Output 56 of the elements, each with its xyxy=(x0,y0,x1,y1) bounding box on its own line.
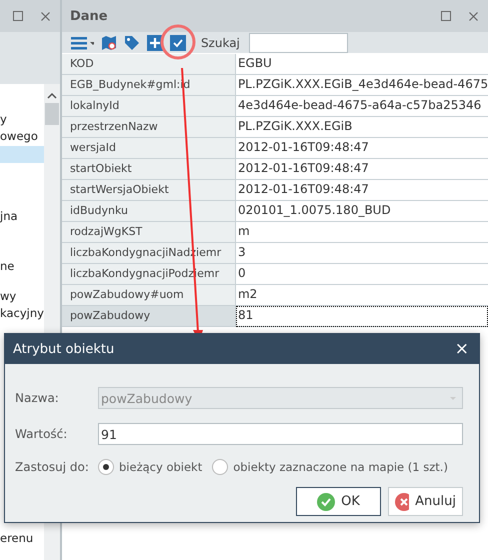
attribute-value-cell: 4e3d464e-bead-4675-a64a-c57ba25346 xyxy=(236,96,488,117)
field-label: Zastosuj do: xyxy=(15,460,90,474)
close-button[interactable]: × xyxy=(454,339,469,359)
tree-item[interactable]: jna xyxy=(0,209,44,226)
close-icon[interactable] xyxy=(40,12,50,20)
attribute-name-cell: przestrzenNazw xyxy=(62,117,236,138)
tag-icon[interactable] xyxy=(124,34,140,50)
maximize-icon[interactable] xyxy=(441,11,452,21)
attribute-value-cell: 2012-01-16T09:48:47 xyxy=(236,159,488,180)
close-icon[interactable] xyxy=(469,12,478,20)
field-label: Nazwa: xyxy=(15,391,60,405)
highlight-circle xyxy=(160,24,196,60)
panel-title: Dane xyxy=(70,8,109,24)
map-search-icon[interactable] xyxy=(100,34,117,50)
tree-item[interactable]: owego xyxy=(0,129,44,146)
attribute-value-cell: 0 xyxy=(236,264,488,285)
add-icon[interactable] xyxy=(146,34,163,50)
attribute-name-cell: startWersjaObiekt xyxy=(62,180,236,201)
attribute-value-cell: EGBU xyxy=(236,54,488,75)
field-label: Wartość: xyxy=(15,427,68,441)
toolbar-background xyxy=(0,32,60,84)
dialog-title: Atrybut obiektu xyxy=(13,342,114,356)
scroll-up-icon[interactable] xyxy=(46,92,57,99)
attribute-value-cell: m2 xyxy=(236,285,488,306)
scrollbar-thumb[interactable] xyxy=(44,103,59,125)
attribute-name-cell: powZabudowy xyxy=(62,306,236,327)
attribute-name-cell: wersjaId xyxy=(62,138,236,159)
checkmark-icon[interactable] xyxy=(170,34,186,50)
attribute-value-cell: 020101_1.0075.180_BUD xyxy=(236,201,488,222)
attribute-value-cell: PL.PZGiK.XXX.EGiB xyxy=(236,117,488,138)
attribute-name-cell: lokalnyId xyxy=(62,96,236,117)
attribute-value-cell: m xyxy=(236,222,488,243)
attribute-value-cell: 81 xyxy=(236,306,488,327)
attribute-name-cell: rodzajWgKST xyxy=(62,222,236,243)
cancel-button[interactable]: Anuluj xyxy=(388,487,463,516)
tree-item[interactable]: kacyjny xyxy=(0,306,44,323)
attribute-value-cell: 2012-01-16T09:48:47 xyxy=(236,138,488,159)
attribute-name-cell: startObiekt xyxy=(62,159,236,180)
tree-item[interactable]: wy xyxy=(0,289,44,306)
maximize-icon[interactable] xyxy=(12,11,23,21)
check-circle-icon xyxy=(317,492,336,510)
attribute-value-cell: 2012-01-16T09:48:47 xyxy=(236,180,488,201)
value-input[interactable]: 91 xyxy=(98,423,463,445)
attribute-value-cell: 3 xyxy=(236,243,488,264)
attribute-name-cell: idBudynku xyxy=(62,201,236,222)
tree-item[interactable]: ne xyxy=(0,259,44,276)
attribute-value-cell: PL.PZGiK.XXX.EGiB_4e3d464e-bead-4675 xyxy=(236,75,488,96)
tree-item[interactable]: erenu xyxy=(0,531,44,548)
attribute-name-cell: KOD xyxy=(62,54,236,75)
ok-button[interactable]: OK xyxy=(296,487,381,516)
search-label: Szukaj xyxy=(200,36,240,50)
tree-item[interactable]: y xyxy=(0,112,44,129)
attribute-name-cell: powZabudowy#uom xyxy=(62,285,236,306)
radio-option[interactable]: obiekty zaznaczone na mapie (1 szt.) xyxy=(212,459,448,475)
search-field[interactable] xyxy=(248,32,348,52)
radio-option[interactable]: bieżący obiekt xyxy=(98,459,202,475)
